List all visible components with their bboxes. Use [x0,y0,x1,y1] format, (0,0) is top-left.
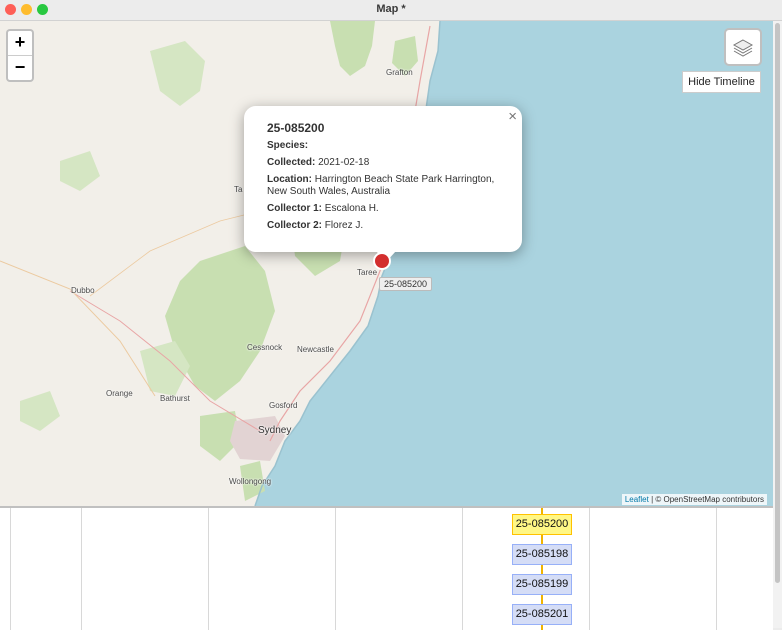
map-view[interactable]: Grafton Taree Dubbo Cessnock Newcastle O… [0,21,773,506]
timeline-item-selected[interactable]: 25-085200 [512,514,572,535]
vertical-scrollbar[interactable] [773,21,782,628]
timeline-panel[interactable]: 25-085200 25-085198 25-085199 25-085201 [0,506,773,630]
popup-content: 25-085200 Species: Collected: 2021-02-18… [267,122,507,237]
timeline-item[interactable]: 25-085201 [512,604,572,625]
leaflet-link[interactable]: Leaflet [625,495,649,504]
popup-location-row: Location: Harrington Beach State Park Ha… [267,174,495,197]
timeline-gridline [589,508,590,630]
specimen-popup: × 25-085200 Species: Collected: 2021-02-… [244,106,522,262]
scrollbar-thumb[interactable] [775,23,780,583]
title-bar: Map * [0,0,782,21]
place-label: Bathurst [160,394,190,403]
popup-close-button[interactable]: × [508,108,517,125]
layers-button[interactable] [724,28,762,66]
place-label: Sydney [258,425,292,436]
place-label: Ta [234,185,243,194]
map-attribution: Leaflet | © OpenStreetMap contributors [621,494,767,505]
popup-collector2-row: Collector 2: Florez J. [267,220,364,231]
place-label: Orange [106,389,133,398]
timeline-item[interactable]: 25-085198 [512,544,572,565]
place-label: Cessnock [247,343,283,352]
zoom-out-button[interactable]: − [8,56,32,80]
popup-collected-row: Collected: 2021-02-18 [267,157,370,168]
place-label: Newcastle [297,345,334,354]
timeline-gridline [81,508,82,630]
window-title: Map * [376,3,406,15]
zoom-control: + − [6,29,34,82]
place-label: Gosford [269,401,298,410]
popup-collector1-row: Collector 1: Escalona H. [267,203,379,214]
map-marker-icon[interactable] [373,252,391,270]
place-label: Dubbo [71,286,95,295]
timeline-gridline [462,508,463,630]
timeline-gridline [335,508,336,630]
popup-species-row: Species: [267,140,309,151]
zoom-in-button[interactable]: + [8,31,32,56]
popup-specimen-id: 25-085200 [267,121,325,135]
timeline-gridline [208,508,209,630]
timeline-gridline [716,508,717,630]
timeline-item[interactable]: 25-085199 [512,574,572,595]
timeline-gridline [10,508,11,630]
marker-tooltip: 25-085200 [379,277,433,291]
layers-icon [732,39,754,57]
place-label: Wollongong [229,477,272,486]
place-label: Grafton [386,68,413,77]
hide-timeline-button[interactable]: Hide Timeline [682,71,761,93]
